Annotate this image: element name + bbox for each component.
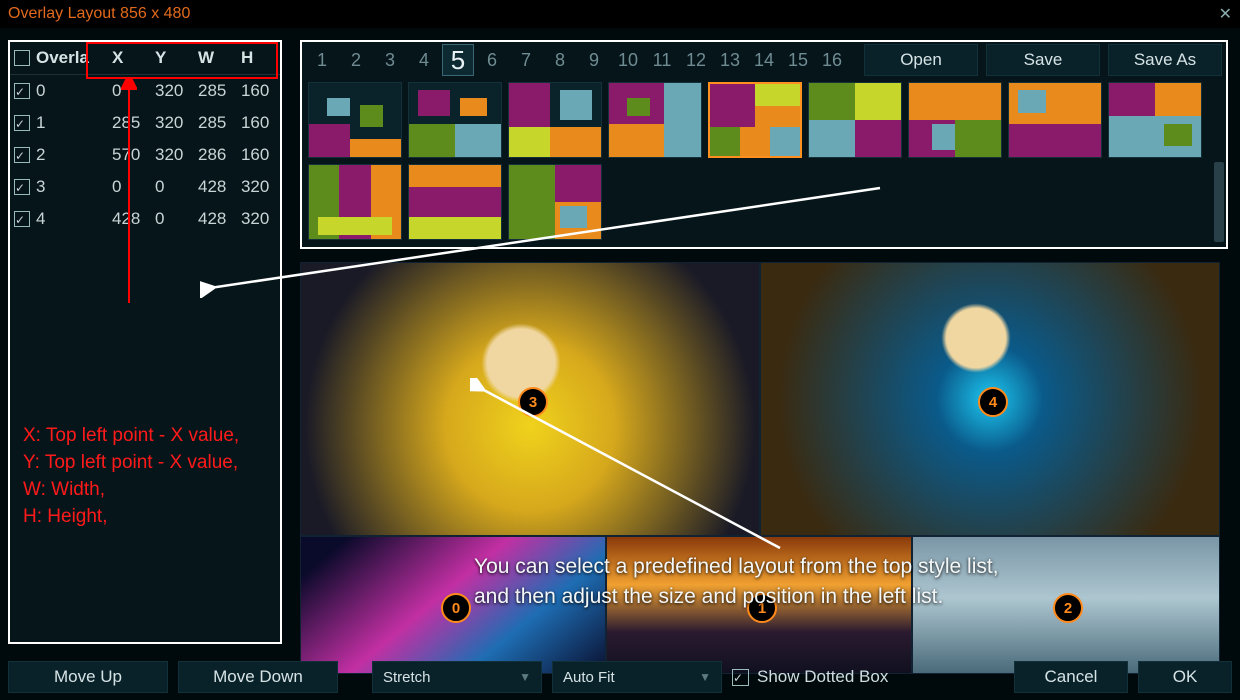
open-button[interactable]: Open xyxy=(864,44,978,76)
overlay-badge: 2 xyxy=(1053,593,1083,623)
row-checkbox[interactable] xyxy=(14,115,30,131)
preset-tab-12[interactable]: 12 xyxy=(680,44,712,76)
cell-w[interactable]: 286 xyxy=(194,139,237,171)
preset-tab-11[interactable]: 11 xyxy=(646,44,678,76)
preset-tab-14[interactable]: 14 xyxy=(748,44,780,76)
preset-tab-3[interactable]: 3 xyxy=(374,44,406,76)
overlay-region-4[interactable]: 4 xyxy=(760,262,1220,536)
row-id: 3 xyxy=(36,177,45,197)
preset-thumb[interactable] xyxy=(1108,82,1202,158)
preset-thumb[interactable] xyxy=(1008,82,1102,158)
preset-thumb[interactable] xyxy=(908,82,1002,158)
ok-button[interactable]: OK xyxy=(1138,661,1232,693)
cell-h[interactable]: 160 xyxy=(237,107,280,139)
preset-tab-2[interactable]: 2 xyxy=(340,44,372,76)
preset-tab-7[interactable]: 7 xyxy=(510,44,542,76)
cell-h[interactable]: 160 xyxy=(237,75,280,108)
preset-tab-6[interactable]: 6 xyxy=(476,44,508,76)
chevron-down-icon: ▼ xyxy=(699,670,711,684)
preset-thumb[interactable] xyxy=(408,82,502,158)
cell-y[interactable]: 0 xyxy=(151,171,194,203)
saveas-button[interactable]: Save As xyxy=(1108,44,1222,76)
movedown-button[interactable]: Move Down xyxy=(178,661,338,693)
preset-thumb[interactable] xyxy=(808,82,902,158)
close-icon[interactable]: ✕ xyxy=(1219,4,1232,24)
row-checkbox[interactable] xyxy=(14,83,30,99)
cell-y[interactable]: 320 xyxy=(151,139,194,171)
overlay-badge: 0 xyxy=(441,593,471,623)
preset-tab-9[interactable]: 9 xyxy=(578,44,610,76)
stretch-select[interactable]: Stretch▼ xyxy=(372,661,542,693)
cell-h[interactable]: 160 xyxy=(237,139,280,171)
cancel-button[interactable]: Cancel xyxy=(1014,661,1128,693)
cell-y[interactable]: 0 xyxy=(151,203,194,235)
cell-w[interactable]: 285 xyxy=(194,75,237,108)
row-checkbox[interactable] xyxy=(14,179,30,195)
overlay-region-2[interactable]: 2 xyxy=(912,536,1220,674)
row-id: 1 xyxy=(36,113,45,133)
moveup-button[interactable]: Move Up xyxy=(8,661,168,693)
preset-thumb[interactable] xyxy=(308,82,402,158)
table-row[interactable]: 1285320285160 xyxy=(10,107,280,139)
preset-tab-8[interactable]: 8 xyxy=(544,44,576,76)
preset-tab-13[interactable]: 13 xyxy=(714,44,746,76)
show-dotted-checkbox[interactable]: Show Dotted Box xyxy=(732,667,888,687)
annotation-help-text: X: Top left point - X value, Y: Top left… xyxy=(23,422,239,530)
preset-tab-16[interactable]: 16 xyxy=(816,44,848,76)
save-button[interactable]: Save xyxy=(986,44,1100,76)
preset-tab-10[interactable]: 10 xyxy=(612,44,644,76)
preset-tab-5[interactable]: 5 xyxy=(442,44,474,76)
row-id: 0 xyxy=(36,81,45,101)
cell-y[interactable]: 320 xyxy=(151,107,194,139)
autofit-select[interactable]: Auto Fit▼ xyxy=(552,661,722,693)
preset-tab-1[interactable]: 1 xyxy=(306,44,338,76)
preset-tab-15[interactable]: 15 xyxy=(782,44,814,76)
overlay-table-panel: Overla X Y W H 0032028516012853202851602… xyxy=(8,40,282,644)
thumb-scrollbar[interactable] xyxy=(1214,162,1224,242)
row-checkbox[interactable] xyxy=(14,211,30,227)
preset-thumb[interactable] xyxy=(708,82,802,158)
table-row[interactable]: 00320285160 xyxy=(10,75,280,108)
row-checkbox[interactable] xyxy=(14,147,30,163)
table-row[interactable]: 2570320286160 xyxy=(10,139,280,171)
checkbox-all[interactable] xyxy=(14,50,30,66)
row-id: 4 xyxy=(36,209,45,229)
window-title: Overlay Layout 856 x 480 xyxy=(8,5,190,23)
cell-y[interactable]: 320 xyxy=(151,75,194,108)
overlay-badge: 4 xyxy=(978,387,1008,417)
chevron-down-icon: ▼ xyxy=(519,670,531,684)
annotation-red-box xyxy=(86,42,278,79)
preset-thumb[interactable] xyxy=(608,82,702,158)
preset-thumb[interactable] xyxy=(508,82,602,158)
overlay-badge: 1 xyxy=(747,593,777,623)
row-id: 2 xyxy=(36,145,45,165)
cell-w[interactable]: 285 xyxy=(194,107,237,139)
preset-tab-4[interactable]: 4 xyxy=(408,44,440,76)
